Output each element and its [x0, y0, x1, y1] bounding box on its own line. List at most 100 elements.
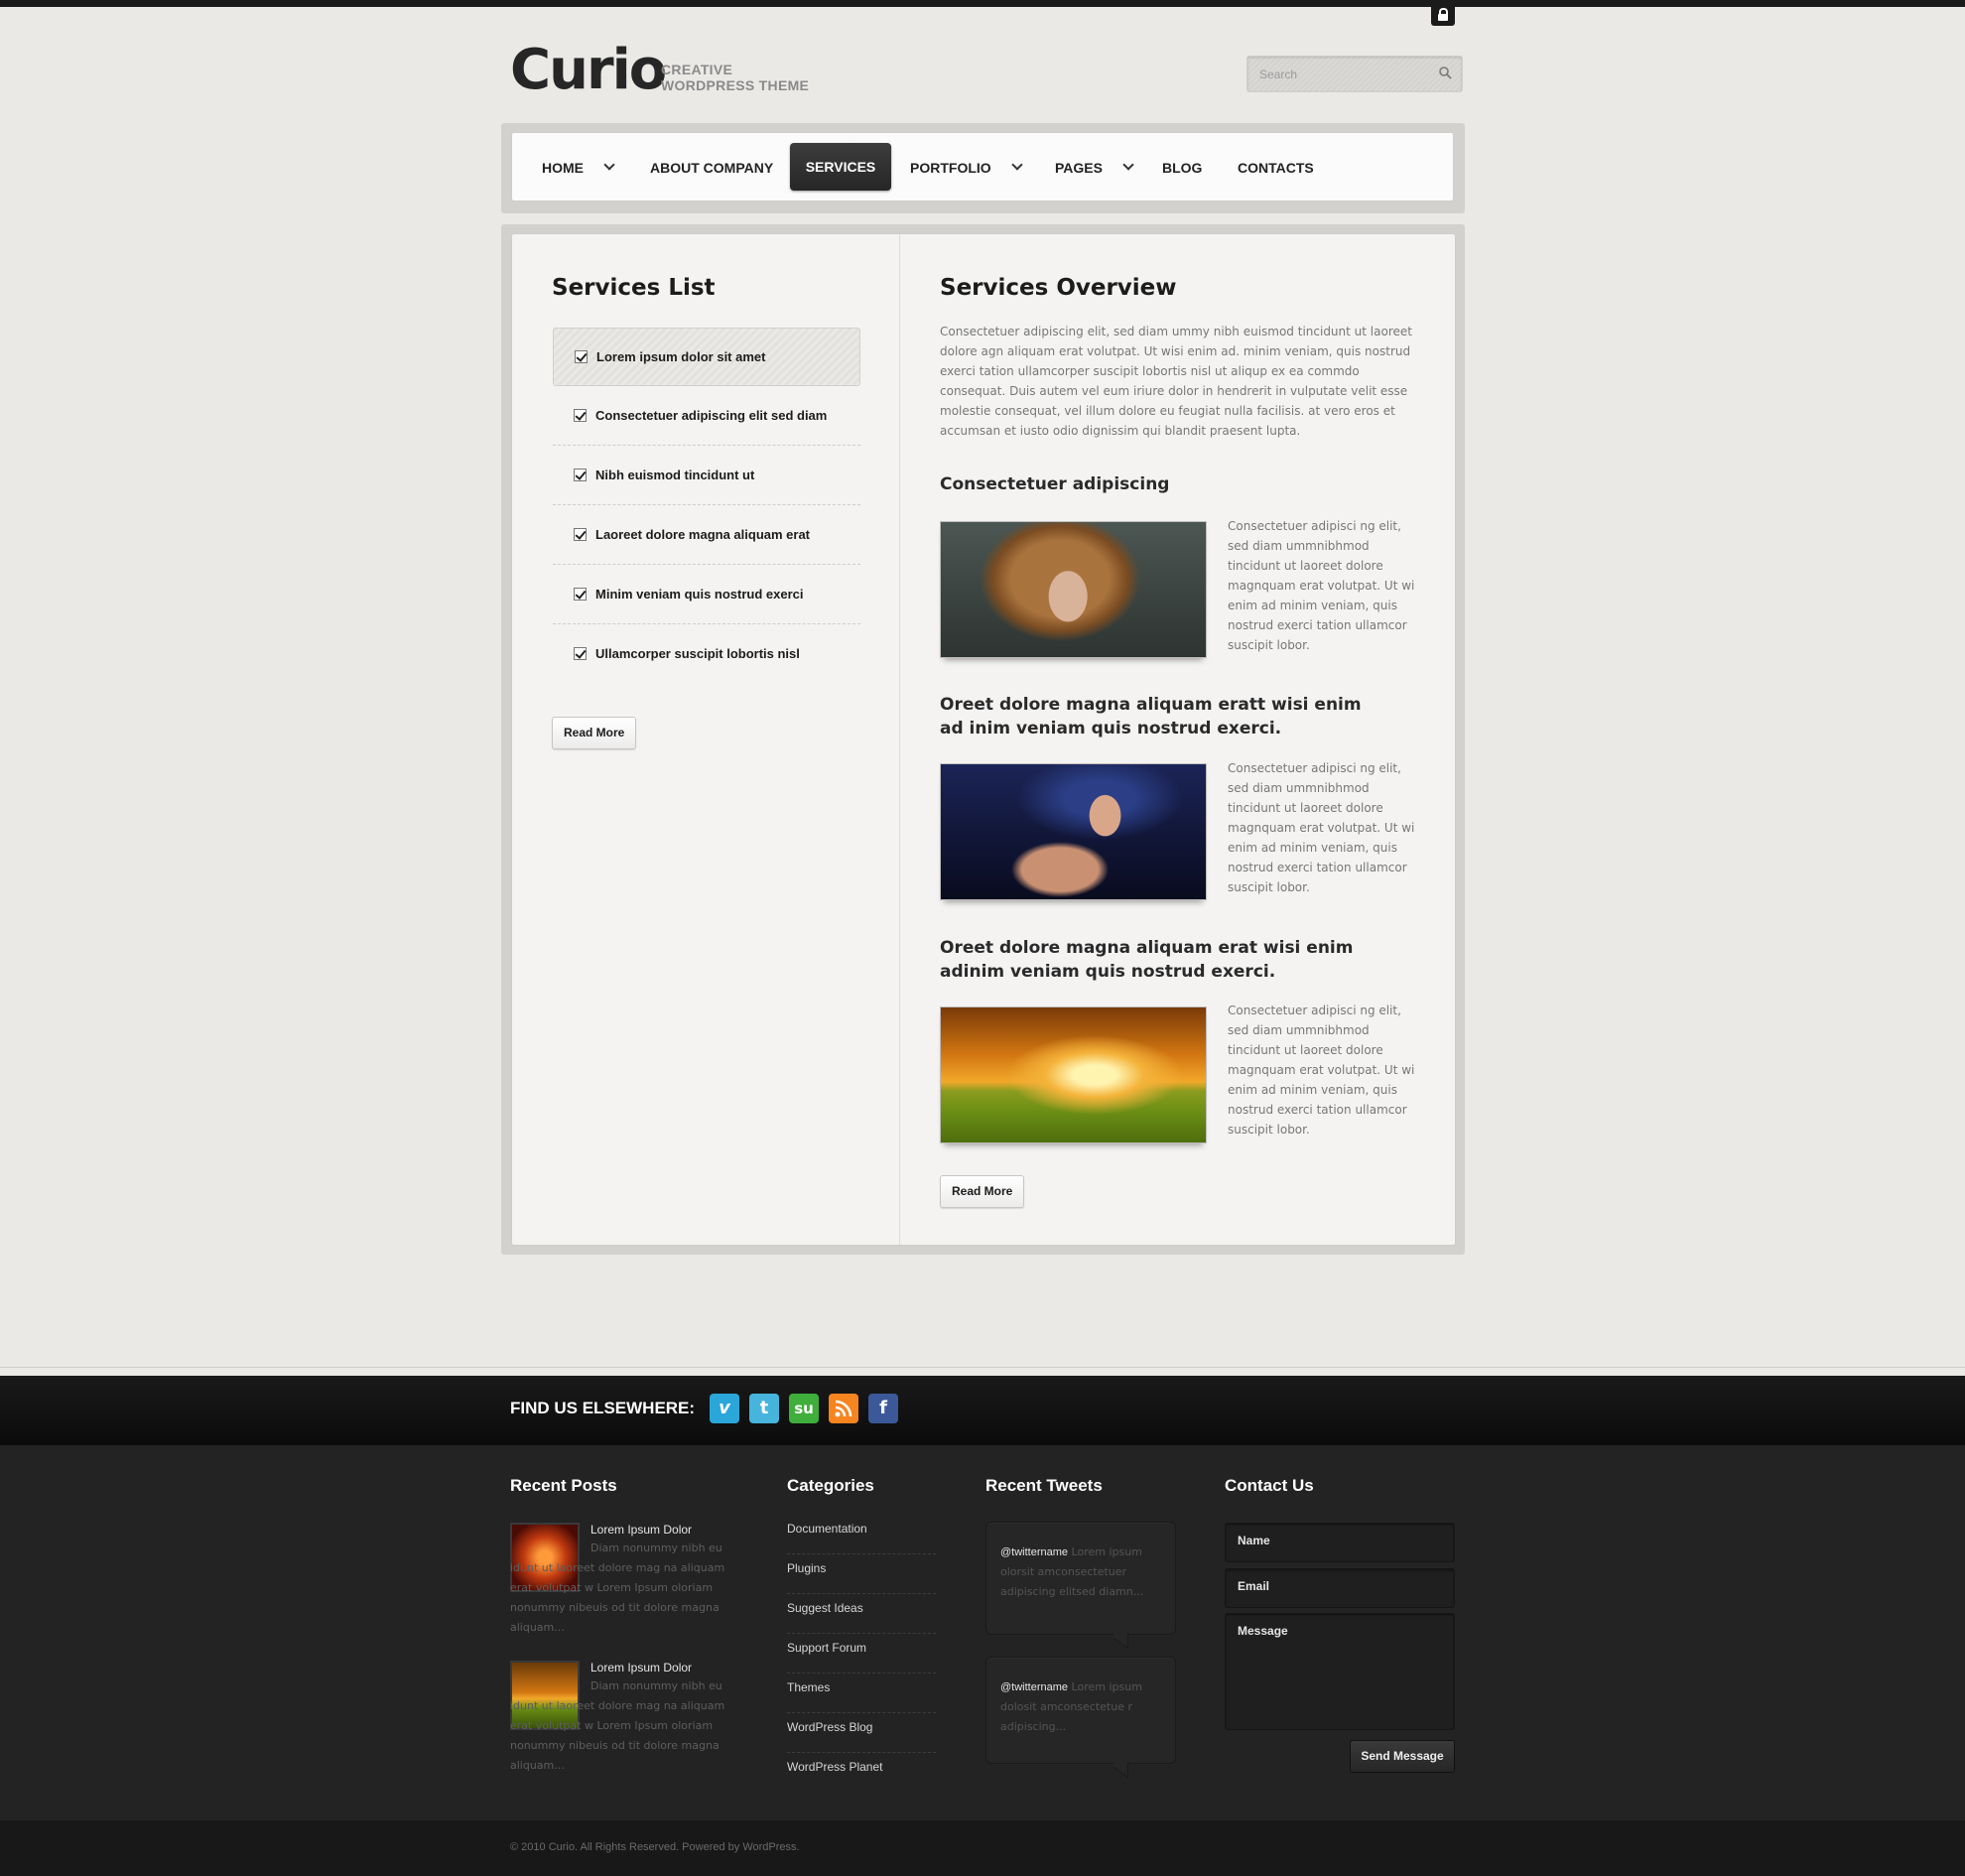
checkbox-icon	[574, 409, 587, 422]
category-link[interactable]: Support Forum	[787, 1634, 936, 1674]
section-image[interactable]	[940, 763, 1207, 900]
section-text: Consectetuer adipisci ng elit, sed diam …	[1228, 519, 1415, 652]
overview-read-more-button[interactable]: Read More	[940, 1175, 1025, 1208]
category-link[interactable]: Documentation	[787, 1515, 936, 1554]
category-link[interactable]: Suggest Ideas	[787, 1594, 936, 1634]
content-panel: Services List Lorem ipsum dolor sit amet…	[511, 233, 1456, 1246]
name-field-label: Name	[1238, 1534, 1270, 1547]
section-heading: Oreet dolore magna aliquam erat wisi eni…	[940, 938, 1354, 982]
rss-glyph	[835, 1400, 852, 1417]
content-frame: Services List Lorem ipsum dolor sit amet…	[501, 224, 1465, 1255]
services-overview-title: Services Overview	[940, 275, 1177, 301]
facebook-icon[interactable]: f	[868, 1394, 898, 1423]
categories-title: Categories	[787, 1476, 874, 1495]
section-text: Consectetuer adipisci ng elit, sed diam …	[1228, 1004, 1415, 1137]
service-item-label: Minim veniam quis nostrud exerci	[595, 587, 804, 602]
nav-pages[interactable]: PAGES	[1055, 133, 1134, 202]
email-field[interactable]: Email	[1225, 1568, 1455, 1608]
nav-contacts[interactable]: CONTACTS	[1238, 133, 1314, 202]
service-item-label: Ullamcorper suscipit lobortis nisl	[595, 646, 800, 661]
post-excerpt: Diam nonummy nibh eu idunt ut laoreet do…	[510, 1541, 725, 1634]
nav-blog-label: BLOG	[1162, 160, 1203, 176]
tweet-handle[interactable]: @twittername	[1000, 1681, 1068, 1693]
recent-tweets-title: Recent Tweets	[985, 1476, 1103, 1495]
tagline-line-1: CREATIVE	[661, 62, 733, 77]
chevron-down-icon	[603, 159, 615, 171]
vimeo-icon[interactable]: v	[710, 1394, 739, 1423]
nav-home[interactable]: HOME	[542, 133, 615, 202]
tagline-line-2: WORDPRESS THEME	[661, 77, 810, 93]
section-image[interactable]	[940, 1006, 1207, 1143]
service-item[interactable]: Laoreet dolore magna aliquam erat	[553, 506, 860, 565]
section-heading: Consectetuer adipiscing	[940, 474, 1170, 494]
nav-about-label: ABOUT COMPANY	[650, 160, 774, 176]
chevron-down-icon	[1011, 159, 1023, 171]
rss-icon[interactable]	[829, 1394, 858, 1423]
category-link[interactable]: WordPress Blog	[787, 1713, 936, 1753]
main-nav: HOME ABOUT COMPANY SERVICES PORTFOLIO PA…	[511, 132, 1454, 201]
section-heading: Oreet dolore magna aliquam eratt wisi en…	[940, 695, 1362, 738]
nav-services[interactable]: SERVICES	[790, 143, 891, 191]
main-nav-frame: HOME ABOUT COMPANY SERVICES PORTFOLIO PA…	[501, 123, 1465, 213]
category-link[interactable]: Plugins	[787, 1554, 936, 1594]
post-title[interactable]: Lorem Ipsum Dolor	[590, 1523, 692, 1537]
services-read-more-button[interactable]: Read More	[552, 717, 637, 749]
tweet-handle[interactable]: @twittername	[1000, 1546, 1068, 1558]
chevron-down-icon	[1122, 159, 1134, 171]
nav-home-label: HOME	[542, 160, 584, 176]
service-item-label: Laoreet dolore magna aliquam erat	[595, 527, 811, 542]
category-link[interactable]: Themes	[787, 1674, 936, 1713]
find-us-label: FIND US ELSEWHERE:	[510, 1399, 696, 1417]
service-item-label: Nibh euismod tincidunt ut	[595, 468, 755, 482]
tweet: @twittername Lorem ipsum dolosit amconse…	[985, 1657, 1176, 1764]
name-field[interactable]: Name	[1225, 1523, 1455, 1562]
nav-blog[interactable]: BLOG	[1162, 133, 1202, 202]
search-icon[interactable]	[1439, 67, 1452, 79]
nav-contacts-label: CONTACTS	[1238, 160, 1314, 176]
contact-title: Contact Us	[1225, 1476, 1314, 1495]
stumbleupon-icon[interactable]: su	[789, 1394, 819, 1423]
search-box	[1246, 56, 1463, 92]
service-item[interactable]: Minim veniam quis nostrud exerci	[553, 566, 860, 624]
twitter-icon[interactable]: t	[749, 1394, 779, 1423]
recent-posts-title: Recent Posts	[510, 1476, 617, 1495]
service-item[interactable]: Consectetuer adipiscing elit sed diam	[553, 387, 860, 446]
nav-pages-label: PAGES	[1055, 160, 1103, 176]
services-list-title: Services List	[552, 275, 716, 301]
send-message-button[interactable]: Send Message	[1350, 1740, 1455, 1773]
column-divider	[899, 234, 900, 1245]
service-item[interactable]: Ullamcorper suscipit lobortis nisl	[553, 625, 860, 684]
lock-toggle[interactable]	[1431, 5, 1455, 26]
checkbox-icon	[575, 350, 588, 363]
message-field-label: Message	[1238, 1624, 1288, 1638]
section-image[interactable]	[940, 521, 1207, 658]
service-item-label: Lorem ipsum dolor sit amet	[596, 349, 766, 364]
service-item[interactable]: Nibh euismod tincidunt ut	[553, 447, 860, 505]
lock-icon	[1438, 8, 1448, 21]
checkbox-icon	[574, 469, 587, 481]
top-bar	[0, 0, 1965, 7]
section-text: Consectetuer adipisci ng elit, sed diam …	[1228, 761, 1415, 894]
email-field-label: Email	[1238, 1579, 1270, 1593]
message-field[interactable]: Message	[1225, 1613, 1455, 1730]
search-input[interactable]	[1247, 57, 1450, 91]
checkbox-icon	[574, 647, 587, 660]
social-bar	[0, 1376, 1965, 1445]
nav-portfolio[interactable]: PORTFOLIO	[910, 133, 1023, 202]
post-excerpt: Diam nonummy nibh eu idunt ut laoreet do…	[510, 1679, 725, 1772]
footer-divider	[0, 1367, 1965, 1368]
copyright-text: © 2010 Curio. All Rights Reserved. Power…	[510, 1841, 800, 1853]
checkbox-icon	[574, 528, 587, 541]
post-title[interactable]: Lorem Ipsum Dolor	[590, 1661, 692, 1675]
footer-main	[0, 1445, 1965, 1820]
tweet: @twittername Lorem ipsum olorsit amconse…	[985, 1522, 1176, 1635]
overview-intro: Consectetuer adipiscing elit, sed diam u…	[940, 325, 1412, 438]
site-logo[interactable]: Curio	[510, 36, 667, 105]
category-link[interactable]: WordPress Planet	[787, 1753, 936, 1793]
nav-portfolio-label: PORTFOLIO	[910, 160, 991, 176]
site-tagline: CREATIVE WORDPRESS THEME	[661, 62, 809, 93]
nav-about-company[interactable]: ABOUT COMPANY	[650, 133, 773, 202]
service-item[interactable]: Lorem ipsum dolor sit amet	[553, 328, 860, 386]
service-item-label: Consectetuer adipiscing elit sed diam	[595, 408, 828, 423]
footer-bottom	[0, 1820, 1965, 1876]
